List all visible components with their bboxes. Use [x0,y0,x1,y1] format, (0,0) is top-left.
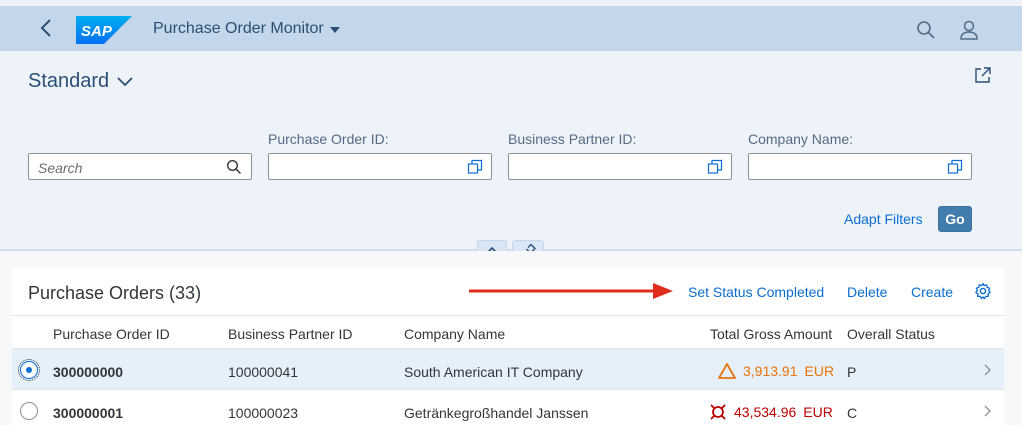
shell-bar: SAP Purchase Order Monitor [0,0,1022,51]
po-id-cell: 300000000 [53,364,124,380]
table-row[interactable]: 300000000 100000041 South American IT Co… [12,349,1004,390]
bp-id-field[interactable] [508,153,732,180]
search-placeholder: Search [38,160,83,176]
svg-text:SAP: SAP [81,23,113,40]
po-id-cell: 300000001 [53,405,124,421]
amount-value: 43,534.96 [734,404,797,420]
adapt-filters-button[interactable]: Adapt Filters [844,211,923,227]
amount-value: 3,913.91 [743,363,798,379]
column-header-company[interactable]: Company Name [404,326,505,342]
delete-button[interactable]: Delete [847,284,887,300]
status-cell: C [847,405,858,421]
bp-id-cell: 100000041 [228,364,299,380]
variant-selector[interactable]: Standard [28,70,133,93]
chevron-right-icon[interactable] [982,364,992,376]
po-id-label: Purchase Order ID: [268,131,389,147]
table-title: Purchase Orders (33) [28,283,202,303]
back-icon[interactable] [36,16,58,40]
variant-name: Standard [28,70,110,92]
gear-icon[interactable] [974,282,992,300]
company-cell: South American IT Company [404,364,583,380]
column-header-bp-id[interactable]: Business Partner ID [228,326,353,342]
amount-cell: 43,534.96 EUR [709,403,833,421]
radio-dot [26,367,32,373]
go-button[interactable]: Go [938,206,972,232]
bp-id-label: Business Partner ID: [508,131,637,147]
column-header-status[interactable]: Overall Status [847,326,935,342]
filter-header: Standard Search Purchase Order ID: Busin… [0,51,1022,249]
amount-cell: 3,913.91 EUR [718,362,834,380]
error-icon [710,404,726,420]
amount-currency: EUR [803,404,833,420]
company-name-field[interactable] [748,153,972,180]
chevron-right-icon[interactable] [982,405,992,417]
set-status-completed-button[interactable]: Set Status Completed [688,284,824,300]
status-cell: P [847,364,857,380]
value-help-icon[interactable] [707,159,723,175]
po-id-field[interactable] [268,153,492,180]
bp-id-cell: 100000023 [228,405,299,421]
row-select-radio[interactable] [18,359,40,381]
value-help-icon[interactable] [947,159,963,175]
amount-currency: EUR [804,363,835,379]
company-cell: Getränkegroßhandel Janssen [404,405,589,421]
search-icon[interactable] [226,159,242,175]
user-icon[interactable] [958,19,980,41]
search-icon[interactable] [916,20,936,40]
column-header-po-id[interactable]: Purchase Order ID [53,326,170,342]
row-select-radio[interactable] [20,402,38,420]
caret-down-icon [329,27,340,33]
table-header: Purchase Order ID Business Partner ID Co… [12,315,1004,349]
create-button[interactable]: Create [911,284,953,300]
value-help-icon[interactable] [467,159,483,175]
table-row[interactable]: 300000001 100000023 Getränkegroßhandel J… [12,390,1004,425]
app-title: Purchase Order Monitor [153,20,324,37]
annotation-arrow [469,283,673,299]
app-title-menu[interactable]: Purchase Order Monitor [153,20,340,38]
column-header-total-amount[interactable]: Total Gross Amount [710,326,832,342]
company-name-label: Company Name: [748,131,854,147]
chevron-down-icon [117,76,133,86]
share-icon[interactable] [974,66,992,84]
warning-icon [718,363,736,379]
search-input[interactable]: Search [28,153,252,180]
sap-logo[interactable]: SAP [76,16,132,44]
